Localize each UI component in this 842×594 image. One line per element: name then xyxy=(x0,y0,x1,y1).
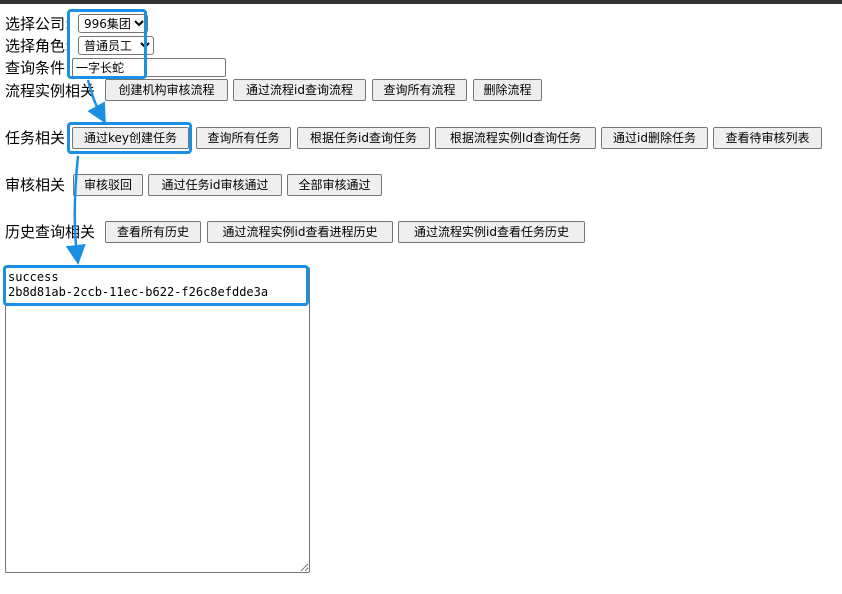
view-process-history-button[interactable]: 通过流程实例id查看进程历史 xyxy=(207,221,393,243)
company-label: 选择公司: xyxy=(5,15,71,33)
view-pending-review-list-button[interactable]: 查看待审核列表 xyxy=(713,127,822,149)
query-all-processes-button[interactable]: 查询所有流程 xyxy=(372,79,467,101)
company-select[interactable]: 996集团 xyxy=(78,14,148,33)
create-task-by-key-button[interactable]: 通过key创建任务 xyxy=(72,127,189,149)
approve-all-button[interactable]: 全部审核通过 xyxy=(287,174,382,196)
process-section-label: 流程实例相关 xyxy=(5,82,96,100)
query-all-tasks-button[interactable]: 查询所有任务 xyxy=(196,127,291,149)
create-org-review-process-button[interactable]: 创建机构审核流程 xyxy=(105,79,228,101)
query-label: 查询条件 xyxy=(5,59,66,77)
delete-process-button[interactable]: 删除流程 xyxy=(473,79,542,101)
view-all-history-button[interactable]: 查看所有历史 xyxy=(105,221,201,243)
review-section-label: 审核相关 xyxy=(5,176,66,194)
output-textarea[interactable]: success 2b8d81ab-2ccb-11ec-b622-f26c8efd… xyxy=(5,267,310,573)
query-task-by-process-instance-button[interactable]: 根据流程实例Id查询任务 xyxy=(435,127,596,149)
query-task-by-id-button[interactable]: 根据任务id查询任务 xyxy=(297,127,430,149)
delete-task-by-id-button[interactable]: 通过id删除任务 xyxy=(601,127,708,149)
query-input[interactable] xyxy=(72,58,226,77)
task-section-label: 任务相关 xyxy=(5,129,66,147)
history-section-label: 历史查询相关 xyxy=(5,223,96,241)
review-reject-button[interactable]: 审核驳回 xyxy=(73,174,143,196)
top-bar xyxy=(0,0,842,4)
role-label: 选择角色: xyxy=(5,37,71,55)
approve-by-task-id-button[interactable]: 通过任务id审核通过 xyxy=(148,174,282,196)
role-select[interactable]: 普通员工 xyxy=(78,36,154,55)
query-process-by-id-button[interactable]: 通过流程id查询流程 xyxy=(233,79,366,101)
view-task-history-button[interactable]: 通过流程实例id查看任务历史 xyxy=(398,221,585,243)
